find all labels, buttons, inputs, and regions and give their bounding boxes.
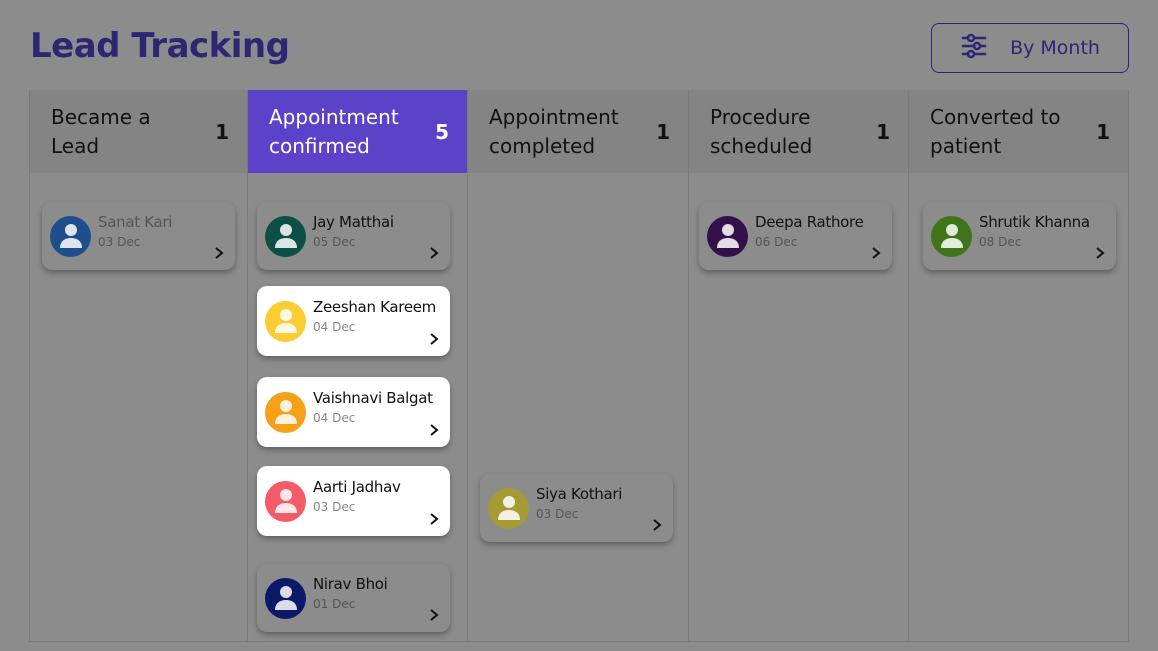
lead-date: 04 Dec — [313, 411, 356, 425]
lead-card[interactable]: Siya Kothari 03 Dec — [480, 474, 673, 542]
column-count: 1 — [656, 119, 670, 144]
lead-name: Siya Kothari — [536, 485, 623, 503]
avatar-icon — [265, 300, 306, 342]
lead-name: Vaishnavi Balgat — [313, 389, 433, 407]
lead-date: 05 Dec — [313, 235, 356, 249]
column-title: Converted to patient — [930, 104, 1061, 158]
chevron-right-icon[interactable] — [428, 423, 440, 437]
avatar-icon — [488, 487, 529, 529]
column-count: 1 — [876, 119, 890, 144]
lead-card[interactable]: Sanat Kari 03 Dec — [42, 202, 235, 270]
lead-name: Jay Matthai — [313, 213, 394, 231]
column-converted-to-patient: Converted to patient 1 Shrutik Khanna 08… — [909, 90, 1129, 641]
chevron-right-icon[interactable] — [1094, 246, 1106, 260]
lead-date: 03 Dec — [536, 507, 579, 521]
chevron-right-icon[interactable] — [213, 246, 225, 260]
kanban-board: Became a Lead 1 Sanat Kari 03 Dec Appoin… — [29, 90, 1129, 642]
avatar-icon — [265, 391, 306, 433]
column-title: Appointment completed — [489, 104, 619, 158]
column-header[interactable]: Converted to patient 1 — [909, 90, 1128, 173]
avatar-icon — [50, 215, 91, 257]
lead-date: 04 Dec — [313, 320, 356, 334]
lead-name: Deepa Rathore — [755, 213, 864, 231]
lead-name: Aarti Jadhav — [313, 478, 401, 496]
column-became-a-lead: Became a Lead 1 Sanat Kari 03 Dec — [30, 90, 248, 641]
column-appointment-completed: Appointment completed 1 Siya Kothari 03 … — [468, 90, 689, 641]
column-count: 1 — [1096, 119, 1110, 144]
chevron-right-icon[interactable] — [428, 512, 440, 526]
column-header[interactable]: Appointment confirmed 5 — [248, 90, 467, 173]
lead-name: Sanat Kari — [98, 213, 173, 231]
column-title: Appointment confirmed — [269, 104, 399, 158]
lead-name: Nirav Bhoi — [313, 575, 388, 593]
lead-card[interactable]: Shrutik Khanna 08 Dec — [923, 202, 1116, 270]
column-appointment-confirmed: Appointment confirmed 5 Jay Matthai 05 D… — [248, 90, 468, 641]
chevron-right-icon[interactable] — [428, 246, 440, 260]
lead-card[interactable]: Nirav Bhoi 01 Dec — [257, 564, 450, 632]
column-count: 1 — [215, 119, 229, 144]
avatar-icon — [931, 215, 972, 257]
column-count: 5 — [435, 119, 449, 144]
avatar-icon — [265, 215, 306, 257]
chevron-right-icon[interactable] — [651, 518, 663, 532]
lead-name: Shrutik Khanna — [979, 213, 1090, 231]
lead-name: Zeeshan Kareem — [313, 298, 436, 316]
column-procedure-scheduled: Procedure scheduled 1 Deepa Rathore 06 D… — [689, 90, 909, 641]
lead-card[interactable]: Aarti Jadhav 03 Dec — [257, 466, 450, 536]
lead-card[interactable]: Jay Matthai 05 Dec — [257, 202, 450, 270]
lead-date: 03 Dec — [313, 500, 356, 514]
filter-label: By Month — [1010, 37, 1100, 59]
column-header[interactable]: Procedure scheduled 1 — [689, 90, 908, 173]
lead-date: 06 Dec — [755, 235, 798, 249]
lead-card[interactable]: Vaishnavi Balgat 04 Dec — [257, 377, 450, 447]
lead-date: 01 Dec — [313, 597, 356, 611]
by-month-filter-button[interactable]: By Month — [931, 23, 1129, 73]
lead-date: 03 Dec — [98, 235, 141, 249]
sliders-icon — [960, 32, 988, 65]
chevron-right-icon[interactable] — [870, 246, 882, 260]
page-title: Lead Tracking — [30, 26, 290, 66]
column-title: Procedure scheduled — [710, 104, 813, 158]
avatar-icon — [707, 215, 748, 257]
avatar-icon — [265, 480, 306, 522]
chevron-right-icon[interactable] — [428, 332, 440, 346]
column-title: Became a Lead — [51, 104, 151, 158]
avatar-icon — [265, 577, 306, 619]
lead-date: 08 Dec — [979, 235, 1022, 249]
column-header[interactable]: Became a Lead 1 — [30, 90, 247, 173]
lead-card[interactable]: Deepa Rathore 06 Dec — [699, 202, 892, 270]
chevron-right-icon[interactable] — [428, 608, 440, 622]
column-header[interactable]: Appointment completed 1 — [468, 90, 688, 173]
lead-card[interactable]: Zeeshan Kareem 04 Dec — [257, 286, 450, 356]
